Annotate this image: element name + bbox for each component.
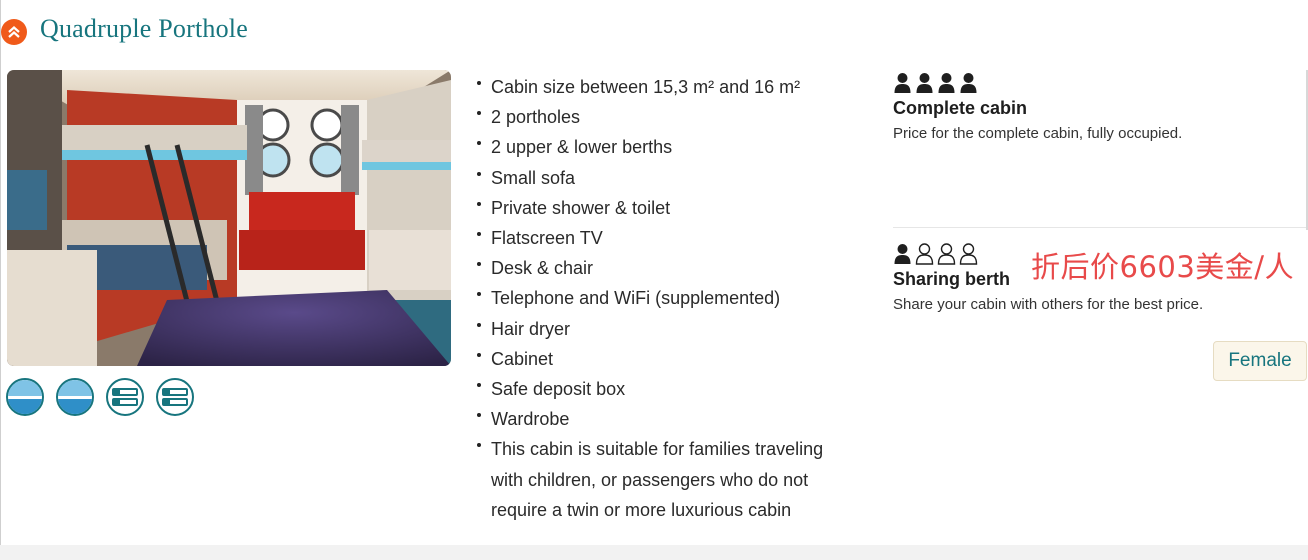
complete-cabin-description: Price for the complete cabin, fully occu… — [893, 125, 1183, 142]
bunk-bed-icon — [162, 388, 188, 406]
feature-item: Private shower & toilet — [476, 193, 856, 223]
person-filled-icon — [894, 244, 911, 264]
feature-item: Hair dryer — [476, 314, 856, 344]
complete-cabin-title: Complete cabin — [893, 98, 1028, 118]
occupancy-icons — [893, 70, 1182, 94]
sharing-berth-description: Share your cabin with others for the bes… — [893, 296, 1204, 313]
chevron-double-up-icon — [8, 26, 20, 38]
person-filled-icon — [894, 73, 911, 93]
person-filled-icon — [938, 73, 955, 93]
feature-item: Wardrobe — [476, 404, 856, 434]
collapse-button[interactable] — [1, 19, 27, 45]
feature-item: 2 upper & lower berths — [476, 132, 856, 162]
thumbnail-porthole-1[interactable] — [6, 378, 44, 416]
complete-cabin-option[interactable]: Complete cabin Price for the complete ca… — [893, 70, 1182, 142]
person-outline-icon — [937, 243, 956, 265]
features-list: Cabin size between 15,3 m² and 16 m² 2 p… — [476, 72, 856, 525]
feature-item: Cabinet — [476, 344, 856, 374]
promo-price-annotation: 折后价6603美金/人 — [1031, 250, 1295, 284]
photo-thumbnails — [6, 378, 194, 416]
feature-item: Telephone and WiFi (supplemented) — [476, 283, 856, 313]
female-button[interactable]: Female — [1213, 341, 1307, 381]
pricing-divider — [893, 227, 1308, 228]
feature-item: 2 portholes — [476, 102, 856, 132]
cabin-title: Quadruple Porthole — [40, 14, 248, 43]
feature-item: Desk & chair — [476, 253, 856, 283]
cabin-photo[interactable] — [7, 70, 451, 366]
feature-item: Flatscreen TV — [476, 223, 856, 253]
cabin-photo-image — [7, 70, 451, 366]
porthole-view-icon — [8, 380, 42, 414]
feature-item: Cabin size between 15,3 m² and 16 m² — [476, 72, 856, 102]
page-left-border — [0, 0, 1, 545]
thumbnail-porthole-2[interactable] — [56, 378, 94, 416]
feature-item: Safe deposit box — [476, 374, 856, 404]
thumbnail-bunks-1[interactable] — [106, 378, 144, 416]
feature-item: This cabin is suitable for families trav… — [476, 434, 856, 525]
porthole-view-icon — [58, 380, 92, 414]
person-filled-icon — [960, 73, 977, 93]
person-outline-icon — [959, 243, 978, 265]
bunk-bed-icon — [112, 388, 138, 406]
person-filled-icon — [916, 73, 933, 93]
feature-item: Small sofa — [476, 163, 856, 193]
thumbnail-bunks-2[interactable] — [156, 378, 194, 416]
person-outline-icon — [915, 243, 934, 265]
footer-band — [0, 545, 1308, 560]
